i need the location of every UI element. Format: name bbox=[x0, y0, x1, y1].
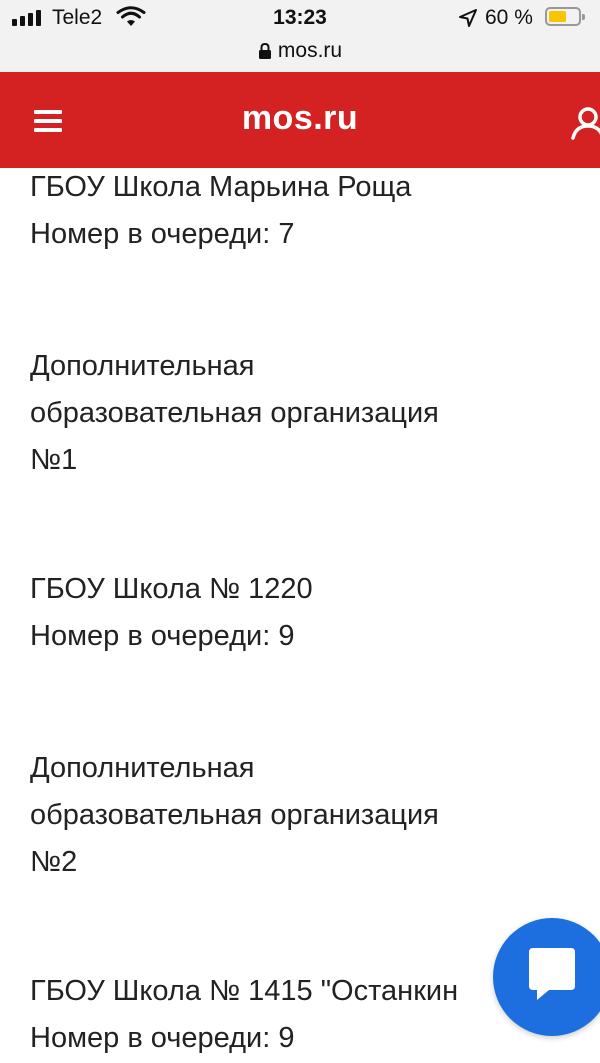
organization-name-line: Дополнительная bbox=[30, 350, 255, 382]
chat-bubble-icon bbox=[529, 948, 575, 1000]
user-profile-icon[interactable] bbox=[568, 104, 600, 144]
list-item: Дополнительная образовательная организац… bbox=[30, 745, 439, 886]
organization-number: №1 bbox=[30, 444, 78, 476]
site-logo[interactable]: mos.ru bbox=[0, 99, 600, 138]
queue-number: Номер в очереди: 7 bbox=[30, 218, 295, 250]
battery-level bbox=[549, 11, 566, 22]
site-header: mos.ru bbox=[0, 72, 600, 168]
organization-name-line: образовательная организация bbox=[30, 397, 439, 429]
battery-icon bbox=[545, 7, 585, 26]
queue-number: Номер в очереди: 9 bbox=[30, 620, 295, 652]
list-item: ГБОУ Школа Марьина Роща Номер в очереди:… bbox=[30, 164, 411, 258]
school-name: ГБОУ Школа № 1220 bbox=[30, 573, 313, 605]
organization-name-line: Дополнительная bbox=[30, 752, 255, 784]
address-bar[interactable]: mos.ru bbox=[0, 36, 600, 66]
queue-number: Номер в очереди: 9 bbox=[30, 1022, 295, 1054]
organization-number: №2 bbox=[30, 846, 78, 878]
chat-button[interactable] bbox=[493, 918, 600, 1036]
school-name: ГБОУ Школа Марьина Роща bbox=[30, 171, 412, 203]
school-name: ГБОУ Школа № 1415 "Останкин bbox=[30, 975, 459, 1007]
url-text: mos.ru bbox=[277, 39, 343, 62]
location-arrow-icon bbox=[459, 9, 477, 27]
status-and-url-bar: Tele2 13:23 60 % mos.ru bbox=[0, 0, 600, 72]
list-item: ГБОУ Школа № 1415 "Останкин Номер в очер… bbox=[30, 968, 458, 1062]
lock-icon bbox=[258, 42, 271, 59]
list-item: Дополнительная образовательная организац… bbox=[30, 343, 439, 484]
organization-name-line: образовательная организация bbox=[30, 799, 439, 831]
status-bar: Tele2 13:23 60 % bbox=[0, 0, 600, 36]
list-item: ГБОУ Школа № 1220 Номер в очереди: 9 bbox=[30, 566, 313, 660]
battery-percent: 60 % bbox=[485, 6, 533, 29]
